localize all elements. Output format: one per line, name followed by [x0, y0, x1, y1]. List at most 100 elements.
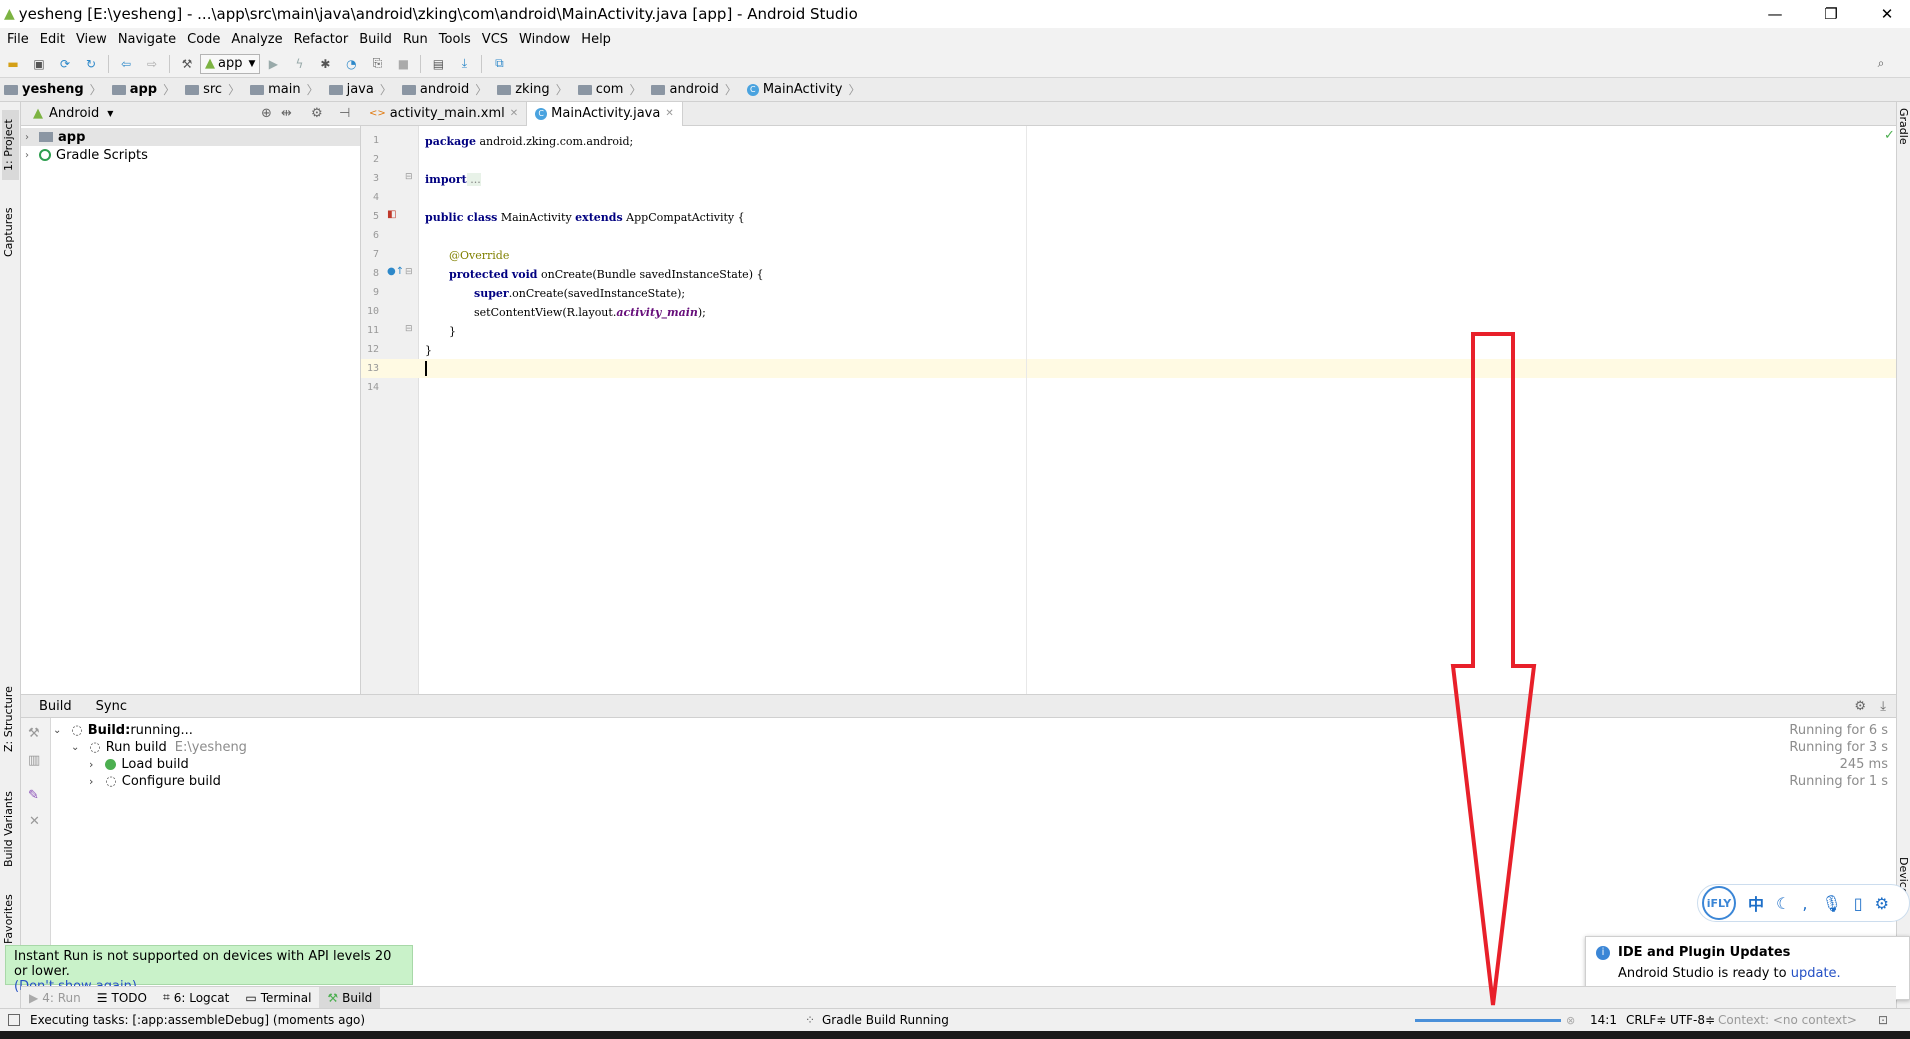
hide-icon[interactable]: ⤓: [1880, 699, 1886, 714]
chevron-down-icon[interactable]: ⌄: [71, 742, 79, 753]
status-toggle-icon[interactable]: [8, 1014, 20, 1026]
filter-icon[interactable]: ▥: [28, 753, 40, 768]
fold-icon[interactable]: ⊟: [405, 172, 413, 182]
attach-debugger-icon[interactable]: ⎘: [369, 56, 385, 72]
moon-icon[interactable]: ☾: [1776, 894, 1790, 913]
stop-icon[interactable]: ■: [395, 56, 411, 72]
search-icon[interactable]: ⌕: [1873, 56, 1889, 72]
chevron-right-icon[interactable]: ›: [89, 775, 93, 788]
close-icon[interactable]: ✕: [510, 108, 518, 119]
avd-manager-icon[interactable]: ▤: [430, 56, 446, 72]
minimize-button[interactable]: —: [1752, 0, 1798, 28]
rerun-icon[interactable]: ⚒: [28, 726, 40, 741]
menu-build[interactable]: Build: [359, 32, 392, 47]
profile-icon[interactable]: ◔: [343, 56, 359, 72]
menu-help[interactable]: Help: [581, 32, 611, 47]
menu-vcs[interactable]: VCS: [482, 32, 508, 47]
run-icon[interactable]: ▶: [265, 56, 281, 72]
collapse-icon[interactable]: ⇹: [281, 106, 292, 121]
breadcrumb-item[interactable]: src 〉: [181, 78, 246, 102]
gear-icon[interactable]: ⚙: [1875, 894, 1889, 913]
menu-tools[interactable]: Tools: [439, 32, 471, 47]
build-row[interactable]: ⌄ ◌ Run build E:\yesheng Running for 3 s: [71, 739, 1896, 756]
sdk-manager-icon[interactable]: ⤓: [456, 56, 472, 72]
sync-icon[interactable]: ⟳: [57, 56, 73, 72]
tab-terminal[interactable]: ▭ Terminal: [237, 987, 319, 1009]
ifly-logo[interactable]: iFLY: [1702, 886, 1736, 920]
context-label[interactable]: Context: <no context>: [1718, 1013, 1857, 1027]
gradle-running-label[interactable]: Gradle Build Running: [822, 1013, 949, 1027]
chevron-down-icon[interactable]: ⌄: [53, 725, 61, 736]
menu-run[interactable]: Run: [403, 32, 428, 47]
menu-refactor[interactable]: Refactor: [294, 32, 349, 47]
code-editor[interactable]: package android.zking.com.android; impor…: [419, 126, 1896, 694]
back-icon[interactable]: ⇦: [118, 56, 134, 72]
lock-icon[interactable]: ⊡: [1878, 1013, 1888, 1027]
build-row[interactable]: ⌄ ◌ Build: running... Running for 6 s: [51, 722, 1896, 739]
caret-position[interactable]: 14:1: [1590, 1013, 1617, 1027]
refresh-icon[interactable]: ↻: [83, 56, 99, 72]
breadcrumb-item[interactable]: yesheng 〉: [0, 78, 108, 102]
chevron-right-icon[interactable]: ›: [25, 150, 29, 161]
forward-icon[interactable]: ⇨: [144, 56, 160, 72]
breadcrumb-item[interactable]: C MainActivity 〉: [743, 78, 867, 102]
build-row[interactable]: › ◌ Configure build Running for 1 s: [89, 773, 1896, 790]
tab-mainactivity-java[interactable]: C MainActivity.java ✕: [527, 101, 683, 126]
close-button[interactable]: ✕: [1864, 0, 1910, 28]
update-link[interactable]: update.: [1791, 966, 1841, 981]
hide-icon[interactable]: ⊣: [339, 106, 350, 121]
menu-edit[interactable]: Edit: [40, 32, 65, 47]
tab-build-variants[interactable]: Build Variants: [2, 782, 19, 877]
override-icon[interactable]: ●↑: [387, 266, 404, 277]
menu-view[interactable]: View: [76, 32, 107, 47]
build-tab-sync[interactable]: Sync: [96, 699, 127, 714]
gear-icon[interactable]: ⚙: [1854, 699, 1866, 714]
punctuation-icon[interactable]: ,: [1802, 894, 1807, 913]
apply-changes-icon[interactable]: ϟ: [291, 56, 307, 72]
keyboard-icon[interactable]: ▯: [1854, 894, 1863, 913]
menu-navigate[interactable]: Navigate: [118, 32, 176, 47]
menu-analyze[interactable]: Analyze: [231, 32, 282, 47]
chevron-right-icon[interactable]: ›: [25, 132, 29, 143]
run-config-select[interactable]: ▲ app ▼: [200, 53, 261, 74]
locate-icon[interactable]: ⊕: [261, 106, 272, 121]
save-icon[interactable]: ▣: [31, 56, 47, 72]
breadcrumb-item[interactable]: app 〉: [108, 78, 181, 102]
status-message[interactable]: Executing tasks: [:app:assembleDebug] (m…: [30, 1013, 365, 1027]
make-project-icon[interactable]: ⚒: [179, 56, 195, 72]
breadcrumb-item[interactable]: zking 〉: [493, 78, 573, 102]
tree-item-app[interactable]: › app: [21, 128, 360, 146]
breadcrumb-item[interactable]: java 〉: [325, 78, 398, 102]
build-tab-build[interactable]: Build: [39, 699, 72, 714]
file-encoding[interactable]: UTF-8≑: [1670, 1013, 1715, 1027]
menu-code[interactable]: Code: [187, 32, 220, 47]
close-icon[interactable]: ✕: [665, 108, 673, 119]
build-row[interactable]: › Load build 245 ms: [89, 756, 1896, 773]
fold-icon[interactable]: ⊟: [405, 267, 413, 277]
breadcrumb-item[interactable]: com 〉: [574, 78, 648, 102]
tab-logcat[interactable]: ⌗ 6: Logcat: [155, 987, 237, 1009]
pin-icon[interactable]: ✎: [28, 788, 39, 803]
tab-captures[interactable]: Captures: [2, 197, 19, 267]
fold-icon[interactable]: ⊟: [405, 324, 413, 334]
tab-gradle[interactable]: Gradle: [1897, 108, 1910, 145]
breadcrumb-item[interactable]: android 〉: [398, 78, 493, 102]
breadcrumb-item[interactable]: main 〉: [246, 78, 325, 102]
breadcrumb-item[interactable]: android 〉: [647, 78, 742, 102]
menu-window[interactable]: Window: [519, 32, 570, 47]
tab-run[interactable]: ▶ 4: Run: [21, 987, 89, 1009]
activity-layout-icon[interactable]: ◧: [387, 209, 396, 220]
tree-item-gradle-scripts[interactable]: › Gradle Scripts: [21, 146, 360, 164]
gear-icon[interactable]: ⚙: [311, 106, 323, 121]
tab-project[interactable]: 1: Project: [2, 110, 19, 180]
project-structure-icon[interactable]: ⧉: [491, 56, 507, 72]
cancel-icon[interactable]: ⊗: [1566, 1014, 1575, 1027]
maximize-button[interactable]: ❐: [1808, 0, 1854, 28]
microphone-icon[interactable]: 🎙: [1821, 894, 1841, 913]
debug-icon[interactable]: ✱: [317, 56, 333, 72]
close-icon[interactable]: ✕: [29, 814, 40, 829]
tab-favorites[interactable]: Favorites: [2, 892, 19, 947]
line-separator[interactable]: CRLF≑: [1626, 1013, 1666, 1027]
tab-activity-main-xml[interactable]: <> activity_main.xml ✕: [361, 101, 528, 126]
chevron-down-icon[interactable]: ▼: [107, 109, 113, 118]
